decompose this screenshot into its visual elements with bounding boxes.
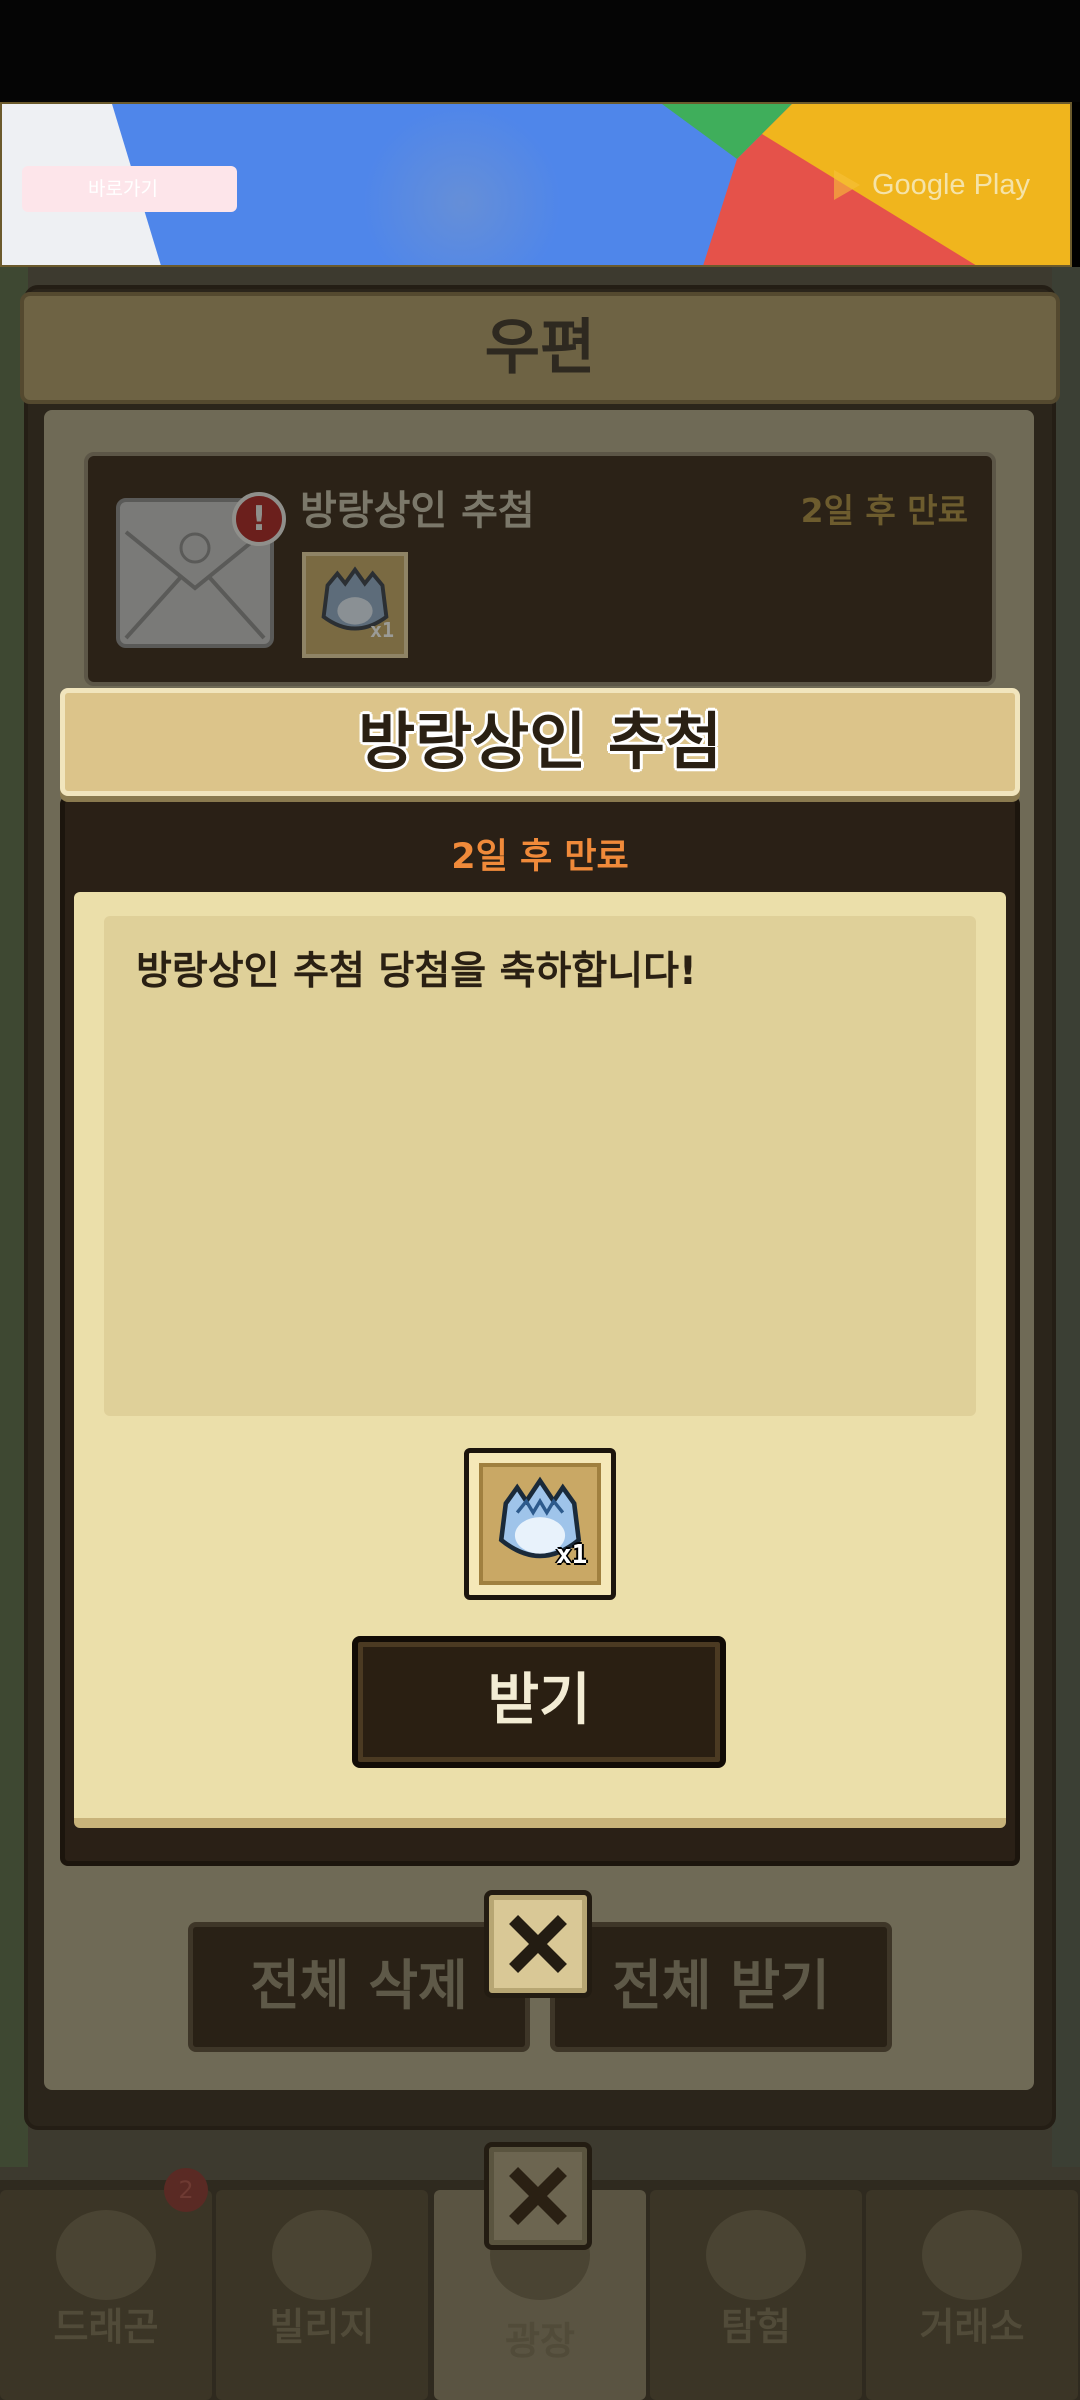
dialog-expire-text: 2일 후 만료	[451, 837, 629, 877]
dialog-title: 방랑상인 추첨	[358, 705, 722, 778]
play-store-icon	[832, 168, 862, 202]
dialog-close-button[interactable]	[484, 1890, 592, 1998]
close-icon	[509, 1915, 567, 1973]
receive-button-label: 받기	[487, 1668, 591, 1733]
ad-banner[interactable]: 바로가기 Google Play	[0, 102, 1072, 267]
dialog-title-bar: 방랑상인 추첨	[60, 688, 1020, 796]
reward-item-qty: x1	[556, 1540, 588, 1570]
reward-item-slot[interactable]	[464, 1448, 616, 1600]
dialog-message: 방랑상인 추첨 당첨을 축하합니다!	[136, 949, 697, 994]
ad-store-label: Google Play	[872, 168, 1030, 201]
receive-button[interactable]: 받기	[352, 1636, 726, 1768]
ad-cta-button[interactable]: 바로가기	[22, 166, 237, 212]
status-bar	[0, 0, 1080, 102]
ad-store-badge[interactable]: Google Play	[832, 160, 1030, 210]
ad-figure	[362, 104, 562, 265]
